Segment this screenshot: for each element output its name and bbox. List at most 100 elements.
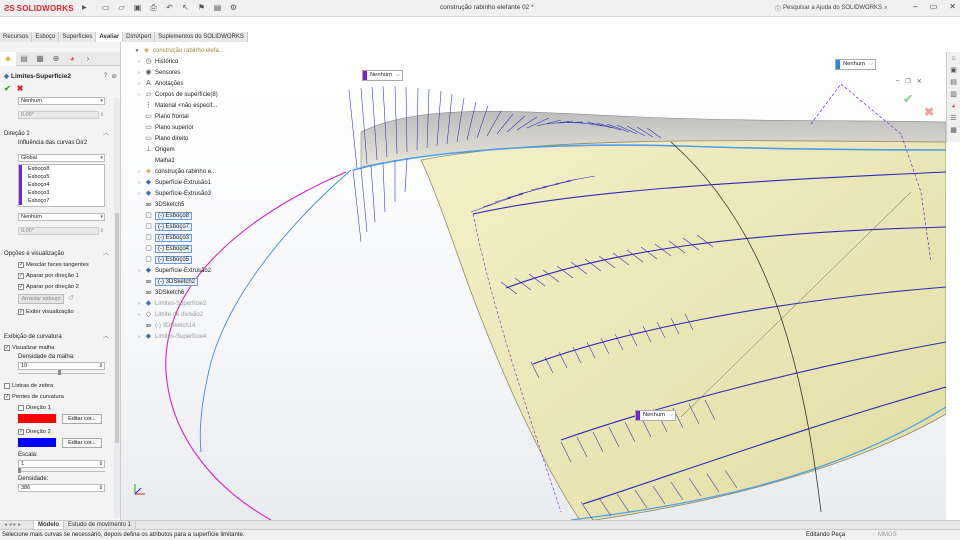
tree-item[interactable]: ⋮ Material <não especif... bbox=[136, 100, 217, 111]
tree-item[interactable]: › ◆ Superfície-Extrusão1 bbox=[136, 177, 211, 188]
spin-arrows-icon[interactable]: ⇕ bbox=[100, 112, 104, 119]
rebuild-icon[interactable]: ⚑ bbox=[196, 2, 207, 13]
curvature-header[interactable]: Exibição de curvatura ︿ bbox=[0, 333, 113, 342]
chevron-up-icon[interactable]: ︿ bbox=[103, 333, 109, 342]
select-arrow-icon[interactable]: ↖ bbox=[180, 2, 191, 13]
trim-dir2-checkbox[interactable]: ✓ Aparar por direção 2 bbox=[0, 281, 113, 292]
callout-tangency-2[interactable]: Nenhum ⌵ bbox=[835, 59, 876, 70]
checkbox-checked-icon[interactable]: ✓ bbox=[18, 308, 24, 315]
search-icon[interactable]: ⌕ bbox=[884, 5, 887, 12]
hide-show-icon[interactable]: ◉ bbox=[520, 42, 527, 44]
view-settings-icon[interactable]: ▭ bbox=[555, 42, 563, 44]
slider-thumb[interactable] bbox=[18, 468, 21, 473]
tree-item[interactable]: › ◉ Sensores bbox=[136, 67, 180, 78]
tree-item[interactable]: › ◷ Histórico bbox=[136, 56, 178, 67]
mesh-density-input[interactable]: 10 ⇕ bbox=[18, 362, 105, 370]
forum-icon[interactable]: ▦ bbox=[949, 126, 958, 135]
spin-arrows-icon[interactable]: ⇕ bbox=[99, 363, 103, 370]
chevron-up-icon[interactable]: ︿ bbox=[103, 130, 109, 139]
boundary-surface-preview[interactable] bbox=[420, 140, 946, 520]
expand-icon[interactable]: › bbox=[136, 301, 142, 307]
close-button[interactable]: ✕ bbox=[949, 2, 956, 11]
tree-item[interactable]: › ◇ Limite de divisão2 bbox=[136, 309, 203, 320]
tab-avaliar[interactable]: Avaliar bbox=[96, 32, 124, 42]
tree-item[interactable]: ▭ Plano superior bbox=[136, 122, 194, 133]
tree-item[interactable]: ▢ (-) Esboço4 bbox=[136, 243, 193, 254]
direction1-angle-input[interactable]: 0.00° ⇕ bbox=[18, 111, 104, 119]
zebra-stripes-checkbox[interactable]: Listras de zebra bbox=[0, 380, 113, 391]
edit-color-dir1-button[interactable]: Editar cor... bbox=[62, 414, 102, 424]
expand-tabs-icon[interactable]: › bbox=[80, 52, 96, 66]
display-manager-tab-icon[interactable]: ◕ bbox=[64, 52, 80, 66]
save-icon[interactable]: ▣ bbox=[132, 2, 143, 13]
file-properties-icon[interactable]: ▤ bbox=[212, 2, 223, 13]
edit-appearance-icon[interactable]: ◐ bbox=[532, 42, 537, 44]
tree-item[interactable]: Malha1 bbox=[136, 155, 175, 166]
custom-properties-icon[interactable]: ☰ bbox=[949, 114, 958, 123]
checkbox-checked-icon[interactable]: ✓ bbox=[4, 393, 10, 400]
expand-icon[interactable]: › bbox=[136, 312, 142, 318]
collapse-icon[interactable]: ▼ bbox=[134, 48, 140, 54]
maximize-button[interactable]: ▭ bbox=[930, 2, 938, 11]
scrollbar-thumb[interactable] bbox=[115, 213, 119, 443]
tree-item[interactable]: › ◆ Limites-Superfície2 bbox=[136, 298, 206, 309]
menu-expand-icon[interactable]: ▶ bbox=[82, 4, 87, 11]
options-gear-icon[interactable]: ⚙ bbox=[228, 2, 239, 13]
previous-view-icon[interactable]: ⤺ bbox=[469, 42, 478, 44]
callout-tangency-3[interactable]: Nenhum ⌵ bbox=[635, 410, 676, 421]
unit-system[interactable]: MMGS bbox=[878, 530, 897, 540]
feature-manager-tab-icon[interactable]: ▤ bbox=[16, 52, 32, 66]
confirm-corner-cancel-icon[interactable]: ✖ bbox=[924, 105, 934, 119]
design-library-icon[interactable]: ▤ bbox=[949, 78, 958, 87]
expand-icon[interactable]: › bbox=[136, 92, 142, 98]
expand-icon[interactable]: › bbox=[136, 191, 142, 197]
help-search[interactable]: ⓘ Pesquisar a Ajuda do SOLIDWORKS ⌕ bbox=[775, 2, 887, 14]
help-icon[interactable]: ? bbox=[104, 72, 108, 80]
direction2-tangency-select[interactable]: Nenhum ▾ bbox=[18, 213, 105, 221]
checkbox-checked-icon[interactable]: ✓ bbox=[18, 272, 24, 279]
dir2-color-swatch[interactable] bbox=[18, 438, 56, 447]
expand-icon[interactable]: › bbox=[136, 59, 142, 65]
edit-color-dir2-button[interactable]: Editar cor... bbox=[62, 438, 102, 448]
direction1-tangency-select[interactable]: Nenhum ▾ bbox=[18, 97, 105, 105]
expand-icon[interactable]: › bbox=[136, 70, 142, 76]
options-header[interactable]: Opções e visualização ︿ bbox=[0, 250, 113, 259]
viewport-close-button[interactable]: ✕ bbox=[917, 78, 922, 85]
list-item[interactable]: Esboço5 bbox=[19, 173, 104, 181]
zoom-area-icon[interactable]: ⌖ bbox=[459, 42, 464, 44]
tab-recursos[interactable]: Recursos bbox=[0, 32, 33, 42]
mesh-density-slider[interactable] bbox=[18, 370, 105, 375]
list-item[interactable]: Esboço4 bbox=[19, 181, 104, 189]
tree-item[interactable]: 3D 3DSketch6 bbox=[136, 287, 185, 298]
tab-superficies[interactable]: Superfícies bbox=[59, 32, 97, 42]
checkbox-checked-icon[interactable]: ✓ bbox=[18, 283, 24, 290]
callout-tangency-1[interactable]: Nenhum ⌵ bbox=[362, 70, 403, 81]
influence-select[interactable]: Global ▾ bbox=[18, 154, 105, 162]
confirm-corner-ok-icon[interactable]: ✔ bbox=[903, 92, 913, 106]
tree-item[interactable]: ▭ Plano frontal bbox=[136, 111, 189, 122]
undo-icon[interactable]: ↶ bbox=[164, 2, 175, 13]
display-style-icon[interactable]: ▣ bbox=[508, 42, 516, 44]
tree-item[interactable]: ▢ (-) Esboço7 bbox=[136, 221, 193, 232]
dimxpert-manager-tab-icon[interactable]: ⊕ bbox=[48, 52, 64, 66]
appearances-icon[interactable]: ◕ bbox=[949, 102, 958, 111]
chevron-up-icon[interactable]: ︿ bbox=[103, 250, 109, 259]
tree-item[interactable]: ▢ (-) Esboço5 bbox=[136, 254, 193, 265]
tree-item[interactable]: ▭ Plano direito bbox=[136, 133, 188, 144]
spin-arrows-icon[interactable]: ⇕ bbox=[100, 228, 104, 235]
direction2-header[interactable]: Direção 2 ︿ bbox=[0, 130, 113, 139]
tree-item[interactable]: ▢ (-) Esboço8 bbox=[136, 210, 193, 221]
tree-item[interactable]: › ◈ construção rabinho e... bbox=[136, 166, 216, 177]
file-explorer-icon[interactable]: ▥ bbox=[949, 90, 958, 99]
undo-sketch-drag-icon[interactable]: ↺ bbox=[68, 294, 74, 304]
print-icon[interactable]: ⎙ bbox=[148, 2, 159, 13]
viewport-restore-button[interactable]: ❐ bbox=[905, 78, 910, 85]
expand-icon[interactable]: › bbox=[136, 268, 142, 274]
list-item[interactable]: Esboço7 bbox=[19, 197, 104, 205]
trim-dir1-checkbox[interactable]: ✓ Aparar por direção 1 bbox=[0, 270, 113, 281]
list-item[interactable]: Esboço8 bbox=[19, 165, 104, 173]
solidworks-logo[interactable]: ƧS SOLIDWORKS bbox=[4, 2, 74, 15]
checkbox-checked-icon[interactable]: ✓ bbox=[18, 261, 24, 268]
property-manager-scrollbar[interactable] bbox=[114, 98, 120, 518]
curvature-combs-checkbox[interactable]: ✓ Pentes de curvatura bbox=[0, 391, 113, 402]
